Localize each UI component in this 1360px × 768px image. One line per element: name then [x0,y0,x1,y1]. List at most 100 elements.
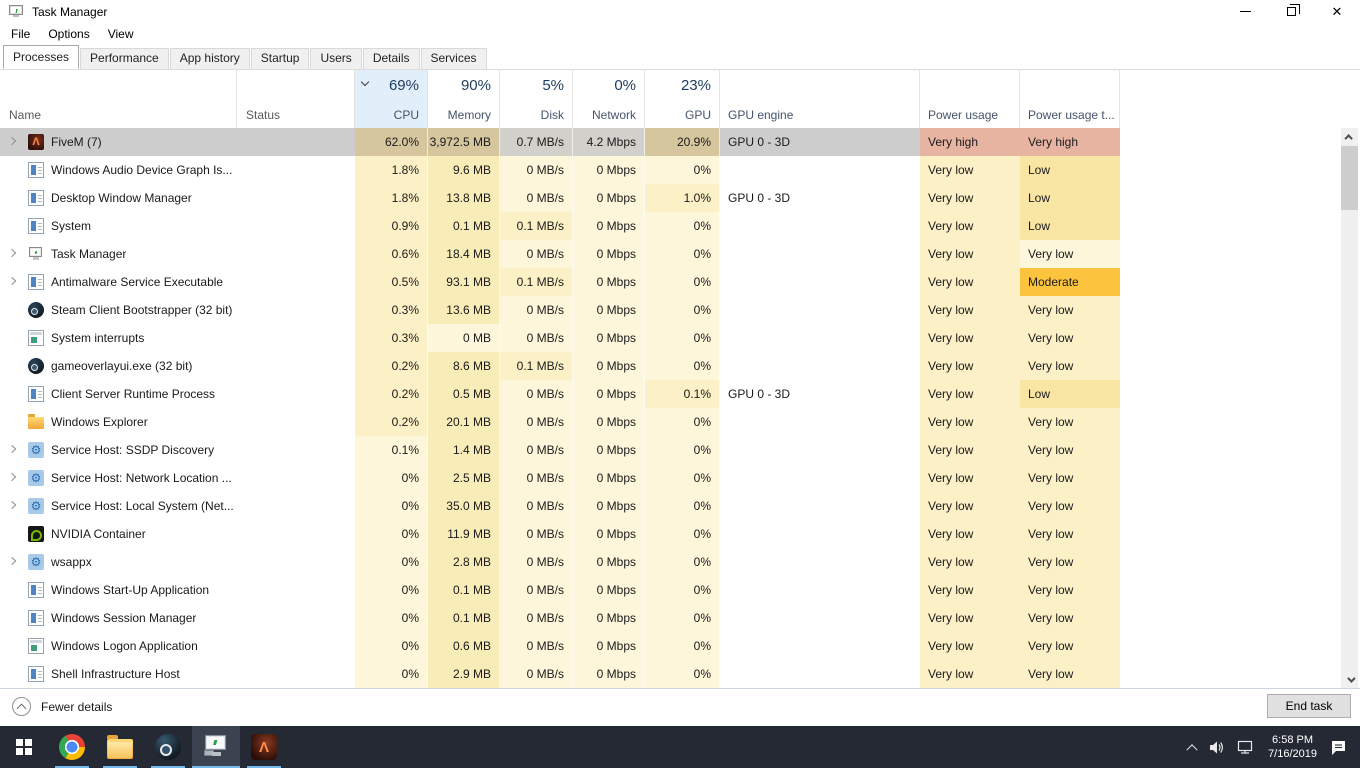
menu-file[interactable]: File [2,25,39,43]
memory-cell: 1.4 MB [428,436,500,464]
expand-chevron-icon[interactable] [5,526,21,542]
close-button[interactable]: ✕ [1314,0,1360,23]
column-header-power-usage-trend[interactable]: Power usage t... [1020,70,1120,128]
action-center-button[interactable] [1324,726,1354,768]
expand-chevron-icon[interactable] [5,610,21,626]
taskbar-app-steam[interactable] [144,726,192,768]
column-header-network[interactable]: 0% Network [573,70,645,128]
taskbar-app-taskmgr[interactable] [192,726,240,768]
expand-chevron-icon[interactable] [5,330,21,346]
taskbar-clock[interactable]: 6:58 PM 7/16/2019 [1261,733,1324,761]
table-row[interactable]: Windows Logon Application 0% 0.6 MB 0 MB… [0,632,1120,660]
table-row[interactable]: Desktop Window Manager 1.8% 13.8 MB 0 MB… [0,184,1120,212]
expand-chevron-icon[interactable] [5,162,21,178]
table-row[interactable]: Windows Session Manager 0% 0.1 MB 0 MB/s… [0,604,1120,632]
table-row[interactable]: System 0.9% 0.1 MB 0.1 MB/s 0 Mbps 0% Ve… [0,212,1120,240]
vertical-scrollbar[interactable] [1341,128,1358,688]
disk-cell: 0.1 MB/s [500,352,573,380]
table-row[interactable]: Service Host: Local System (Net... 0% 35… [0,492,1120,520]
taskbar-app-fivem[interactable] [240,726,288,768]
expand-chevron-icon[interactable] [5,498,21,514]
tab-services[interactable]: Services [420,48,487,69]
table-row[interactable]: gameoverlayui.exe (32 bit) 0.2% 8.6 MB 0… [0,352,1120,380]
network-button[interactable] [1231,726,1261,768]
menu-options[interactable]: Options [39,25,98,43]
taskbar-app-chrome[interactable] [48,726,96,768]
table-row[interactable]: NVIDIA Container 0% 11.9 MB 0 MB/s 0 Mbp… [0,520,1120,548]
expand-chevron-icon[interactable] [5,554,21,570]
column-header-cpu[interactable]: 69% CPU [355,70,428,128]
table-row[interactable]: Windows Start-Up Application 0% 0.1 MB 0… [0,576,1120,604]
column-header-memory[interactable]: 90% Memory [428,70,500,128]
table-row[interactable]: Task Manager 0.6% 18.4 MB 0 MB/s 0 Mbps … [0,240,1120,268]
start-button[interactable] [0,726,48,768]
table-row[interactable]: Service Host: Network Location ... 0% 2.… [0,464,1120,492]
expand-chevron-icon[interactable] [5,218,21,234]
tab-details[interactable]: Details [362,48,420,69]
table-row[interactable]: Antimalware Service Executable 0.5% 93.1… [0,268,1120,296]
table-row[interactable]: FiveM (7) 62.0% 3,972.5 MB 0.7 MB/s 4.2 … [0,128,1120,156]
folder-icon [28,414,44,429]
expand-chevron-icon[interactable] [5,470,21,486]
column-header-disk[interactable]: 5% Disk [500,70,573,128]
gpu-engine-cell [720,632,920,660]
minimize-button[interactable] [1222,0,1268,23]
table-row[interactable]: Shell Infrastructure Host 0% 2.9 MB 0 MB… [0,660,1120,688]
expand-chevron-icon[interactable] [5,134,21,150]
table-row[interactable]: Windows Audio Device Graph Is... 1.8% 9.… [0,156,1120,184]
expand-chevron-icon[interactable] [5,246,21,262]
power-usage-cell: Very low [920,492,1020,520]
end-task-button[interactable]: End task [1267,694,1351,718]
gpu-engine-cell [720,604,920,632]
taskbar-app-explorer[interactable] [96,726,144,768]
tab-users[interactable]: Users [310,48,362,69]
table-row[interactable]: System interrupts 0.3% 0 MB 0 MB/s 0 Mbp… [0,324,1120,352]
expand-chevron-icon[interactable] [5,414,21,430]
table-row[interactable]: Windows Explorer 0.2% 20.1 MB 0 MB/s 0 M… [0,408,1120,436]
table-row[interactable]: Service Host: SSDP Discovery 0.1% 1.4 MB… [0,436,1120,464]
expand-chevron-icon[interactable] [5,582,21,598]
process-name: Windows Session Manager [51,611,197,625]
column-header-name[interactable]: Name [0,70,237,128]
cpu-cell: 0% [355,604,428,632]
menu-view[interactable]: View [99,25,143,43]
column-header-gpu[interactable]: 23% GPU [645,70,720,128]
scrollbar-thumb[interactable] [1341,146,1358,210]
expand-chevron-icon[interactable] [5,302,21,318]
tab-processes[interactable]: Processes [3,45,80,69]
table-row[interactable]: Client Server Runtime Process 0.2% 0.5 M… [0,380,1120,408]
cpu-cell: 0.3% [355,324,428,352]
expand-chevron-icon[interactable] [5,358,21,374]
column-header-power-usage[interactable]: Power usage [920,70,1020,128]
tab-app-history[interactable]: App history [169,48,250,69]
expand-chevron-icon[interactable] [5,666,21,682]
gpu-engine-cell [720,436,920,464]
disk-cell: 0.7 MB/s [500,128,573,156]
expand-chevron-icon[interactable] [5,190,21,206]
restore-button[interactable] [1268,0,1314,23]
exe-icon [28,666,44,682]
expand-chevron-icon[interactable] [5,274,21,290]
power-usage-trend-cell: Very low [1020,548,1120,576]
scrollbar-down-button[interactable] [1341,671,1358,688]
column-header-gpu-engine[interactable]: GPU engine [720,70,920,128]
disk-cell: 0 MB/s [500,324,573,352]
expand-chevron-icon[interactable] [5,442,21,458]
expand-chevron-icon[interactable] [5,386,21,402]
tab-bar: Processes Performance App history Startup Us… [0,44,1360,70]
table-row[interactable]: wsappx 0% 2.8 MB 0 MB/s 0 Mbps 0% Very l… [0,548,1120,576]
table-row[interactable]: Steam Client Bootstrapper (32 bit) 0.3% … [0,296,1120,324]
volume-button[interactable] [1202,726,1231,768]
expand-chevron-icon[interactable] [5,638,21,654]
column-header-status[interactable]: Status [237,70,355,128]
scrollbar-up-button[interactable] [1341,128,1358,145]
gpu-cell: 0% [645,212,720,240]
hidden-icons-button[interactable] [1182,726,1202,768]
network-cell: 0 Mbps [573,576,645,604]
tab-performance[interactable]: Performance [80,48,169,69]
minimize-icon [1239,11,1251,12]
fewer-details-toggle[interactable]: Fewer details [12,697,112,716]
gpu-engine-cell [720,464,920,492]
gpu-cell: 0% [645,576,720,604]
tab-startup[interactable]: Startup [250,48,310,69]
